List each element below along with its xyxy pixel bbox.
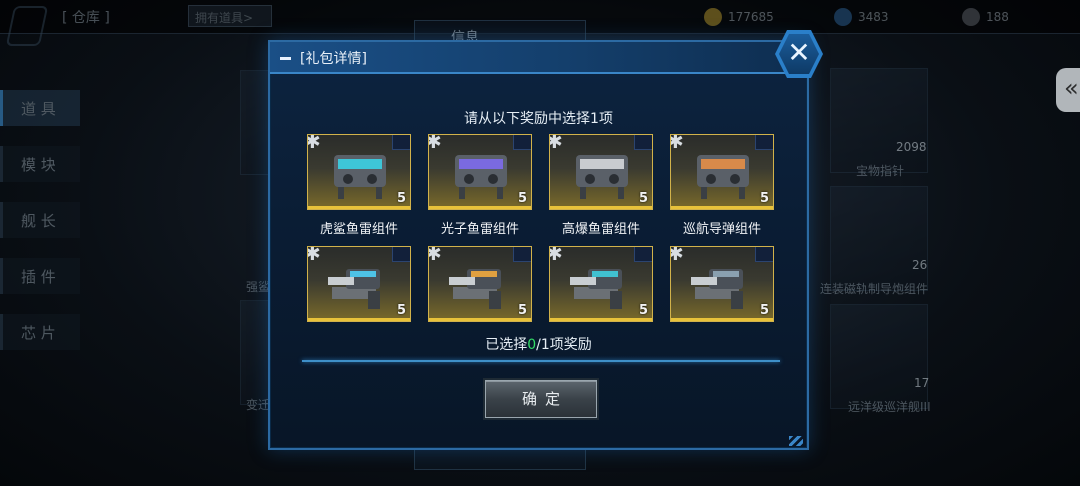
confirm-label: 确定 (521, 390, 568, 408)
reward-item[interactable]: ✱5 (670, 246, 774, 322)
bg-item-card (830, 68, 928, 173)
item-count: 5 (517, 191, 527, 206)
selection-checkbox[interactable] (755, 135, 773, 150)
item-count: 5 (396, 303, 406, 318)
tab-items[interactable]: 道 具 (0, 90, 80, 126)
tab-chips[interactable]: 芯 片 (0, 314, 80, 350)
divider (302, 360, 780, 362)
item-count: 5 (517, 303, 527, 318)
tab-captains[interactable]: 舰 长 (0, 202, 80, 238)
game-screen: [ 仓库 ] 拥有道具> 177685 3483 188 道 具 模 块 舰 长… (0, 0, 1080, 486)
selected-count: 0 (527, 337, 537, 353)
bg-item-count: 2098 (896, 140, 927, 154)
bg-item-label: 宝物指针 (856, 164, 905, 178)
item-label: 巡航导弹组件 (682, 222, 761, 237)
owned-items-button[interactable]: 拥有道具> (188, 5, 272, 27)
item-label: 高爆鱼雷组件 (561, 222, 640, 237)
reward-tile[interactable]: ✱5 (307, 246, 411, 322)
gem-resource: 188 (962, 8, 1009, 26)
bg-item-label: 强鲨 (246, 280, 271, 294)
side-expand-button[interactable]: « (1056, 68, 1080, 112)
bg-item-card (830, 304, 928, 409)
gift-pack-dialog: [礼包详情] ✕ 请从以下奖励中选择1项 ✱5虎鲨鱼雷组件✱5光子鱼雷组件✱5高… (268, 30, 823, 450)
category-tabs: 道 具 模 块 舰 长 插 件 芯 片 (0, 90, 80, 350)
selection-checkbox[interactable] (392, 247, 410, 262)
reward-item[interactable]: ✱5高爆鱼雷组件 (549, 134, 653, 237)
bg-item-label: 远洋级巡洋舰III (848, 400, 931, 414)
fragment-puzzle-icon: ✱ (671, 135, 684, 153)
bg-item-count: 26 (912, 258, 928, 272)
selection-checkbox[interactable] (634, 135, 652, 150)
tab-plugins[interactable]: 插 件 (0, 258, 80, 294)
fragment-puzzle-icon: ✱ (671, 247, 684, 265)
selection-status: 已选择0/1项奖励 (270, 334, 807, 354)
close-icon: ✕ (787, 36, 811, 69)
reward-item[interactable]: ✱5 (307, 246, 411, 322)
selection-checkbox[interactable] (392, 135, 410, 150)
item-count: 5 (759, 303, 769, 318)
bg-item-label: 变迁 (246, 398, 271, 412)
selection-checkbox[interactable] (755, 247, 773, 262)
selection-checkbox[interactable] (513, 135, 531, 150)
fragment-puzzle-icon: ✱ (550, 135, 563, 153)
item-count: 5 (396, 191, 406, 206)
reward-item[interactable]: ✱5巡航导弹组件 (670, 134, 774, 237)
confirm-button[interactable]: 确定 (485, 380, 597, 418)
close-button[interactable]: ✕ (775, 30, 823, 78)
item-count: 5 (638, 191, 648, 206)
fragment-puzzle-icon: ✱ (429, 135, 442, 153)
fragment-puzzle-icon: ✱ (550, 247, 563, 265)
item-count: 5 (759, 191, 769, 206)
reward-tile[interactable]: ✱5 (549, 134, 653, 210)
reward-tile[interactable]: ✱5 (428, 134, 532, 210)
gem-icon (962, 8, 980, 26)
bg-item-card (830, 186, 928, 291)
item-label: 虎鲨鱼雷组件 (319, 222, 398, 237)
reward-tile[interactable]: ✱5 (549, 246, 653, 322)
header-dash-icon (280, 57, 291, 60)
fuel-icon (834, 8, 852, 26)
selection-checkbox[interactable] (513, 247, 531, 262)
reward-tile[interactable]: ✱5 (428, 246, 532, 322)
dialog-header: [礼包详情] (270, 42, 807, 74)
reward-item[interactable]: ✱5 (549, 246, 653, 322)
selection-suffix: /1项奖励 (536, 337, 592, 353)
reward-item[interactable]: ✱5光子鱼雷组件 (428, 134, 532, 237)
double-chevron-left-icon: « (1064, 74, 1079, 102)
warehouse-title: [ 仓库 ] (62, 10, 110, 26)
reward-instruction: 请从以下奖励中选择1项 (464, 111, 613, 127)
selection-checkbox[interactable] (634, 247, 652, 262)
corner-decoration (789, 436, 803, 446)
reward-tile[interactable]: ✱5 (670, 134, 774, 210)
gold-coin-icon (704, 8, 722, 26)
fragment-puzzle-icon: ✱ (308, 135, 321, 153)
fuel-resource: 3483 (834, 8, 889, 26)
game-logo-icon (5, 6, 49, 46)
fragment-puzzle-icon: ✱ (429, 247, 442, 265)
gold-resource: 177685 (704, 8, 774, 26)
bg-item-count: 17 (914, 376, 930, 390)
reward-tile[interactable]: ✱5 (307, 134, 411, 210)
reward-item[interactable]: ✱5虎鲨鱼雷组件 (307, 134, 411, 237)
fragment-puzzle-icon: ✱ (308, 247, 321, 265)
selection-prefix: 已选择 (485, 337, 528, 353)
tab-modules[interactable]: 模 块 (0, 146, 80, 182)
reward-item[interactable]: ✱5 (428, 246, 532, 322)
bg-item-label: 连装磁轨制导炮组件 (820, 282, 929, 296)
reward-tile[interactable]: ✱5 (670, 246, 774, 322)
dialog-title: [礼包详情] (300, 51, 367, 67)
item-count: 5 (638, 303, 648, 318)
item-label: 光子鱼雷组件 (440, 222, 519, 237)
